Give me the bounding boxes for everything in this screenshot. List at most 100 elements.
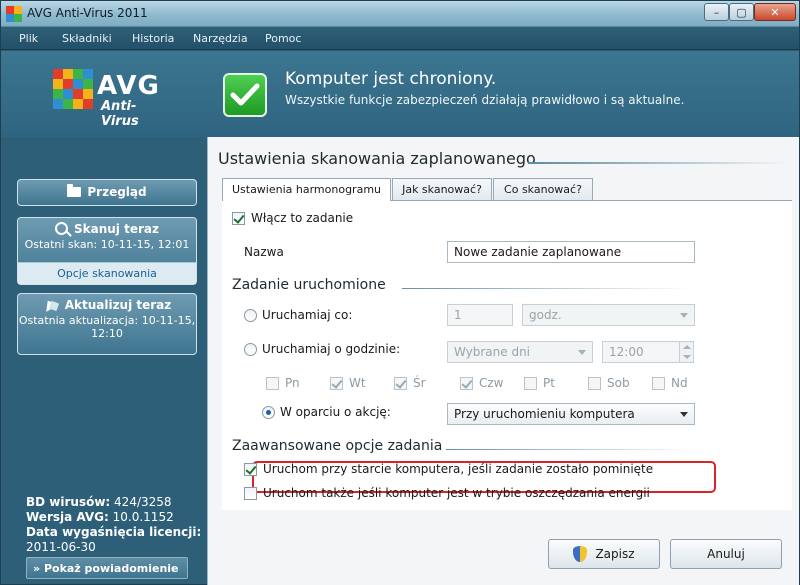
protected-check-icon: [223, 73, 267, 117]
minimize-icon: –: [713, 5, 720, 19]
time-input[interactable]: 12:00: [602, 341, 694, 363]
days-select[interactable]: Wybrane dni: [447, 341, 593, 363]
menu-pomoc[interactable]: Pomoc: [265, 32, 301, 45]
weekday-pt[interactable]: Pt: [524, 376, 555, 390]
last-update-time: 12:10: [91, 327, 123, 340]
run-every-radio[interactable]: [244, 308, 257, 322]
avg-logo-mark: [53, 69, 93, 109]
weekday-checkbox[interactable]: [588, 376, 601, 390]
license-info: BD wirusów: 424/3258 Wersja AVG: 10.0.11…: [26, 495, 201, 555]
tab-what-to-scan[interactable]: Co skanować?: [493, 178, 593, 200]
weekday-checkbox[interactable]: [524, 376, 537, 390]
weekday-checkbox[interactable]: [330, 376, 343, 390]
header: AVG Anti-Virus Komputer jest chroniony. …: [1, 51, 799, 137]
virus-db-value: 424/3258: [114, 495, 172, 509]
virus-db-label: BD wirusów:: [26, 495, 111, 509]
weekday-sr[interactable]: Śr: [394, 376, 426, 390]
show-notification-button[interactable]: » Pokaż powiadomienie: [26, 557, 188, 579]
folder-icon: [67, 184, 82, 197]
panel-title: Ustawienia skanowania zaplanowanego: [218, 149, 536, 168]
scan-now-button[interactable]: Skanuj teraz Ostatni skan: 10-11-15, 12:…: [17, 217, 197, 285]
status-subtitle: Wszystkie funkcje zabezpieczeń działają …: [285, 93, 685, 107]
run-every-row[interactable]: Uruchamiaj co:: [244, 308, 352, 322]
magnifier-icon: [55, 222, 68, 235]
weekday-label: Czw: [479, 376, 504, 390]
run-at-row[interactable]: Uruchamiaj o godzinie:: [244, 342, 400, 356]
logo-brand: AVG: [97, 71, 160, 101]
tab-schedule-settings[interactable]: Ustawienia harmonogramu: [222, 178, 391, 201]
action-select[interactable]: Przy uruchomieniu komputera: [447, 403, 695, 425]
enable-task-checkbox[interactable]: [232, 211, 245, 225]
status-title: Komputer jest chroniony.: [285, 69, 497, 89]
scan-now-label: Skanuj teraz: [74, 222, 159, 236]
run-power-save-checkbox[interactable]: [244, 486, 257, 500]
section-divider: [402, 288, 692, 289]
title-bar[interactable]: AVG Anti-Virus 2011 – ▢ ✕: [1, 1, 799, 27]
run-if-missed-checkbox[interactable]: [244, 462, 257, 476]
action-value: Przy uruchomieniu komputera: [454, 407, 635, 421]
advanced-option-1[interactable]: Uruchom przy starcie komputera, jeśli za…: [244, 462, 653, 476]
action-based-row[interactable]: W oparciu o akcję:: [262, 405, 391, 419]
weekday-checkbox[interactable]: [394, 376, 407, 390]
weekday-pn[interactable]: Pn: [266, 376, 300, 390]
scan-options-link[interactable]: Opcje skanowania: [18, 262, 196, 284]
name-label: Nazwa: [244, 245, 284, 259]
update-icon: [43, 298, 59, 311]
weekday-czw[interactable]: Czw: [460, 376, 504, 390]
run-power-save-label: Uruchom także jeśli komputer jest w tryb…: [263, 486, 650, 500]
run-at-label: Uruchamiaj o godzinie:: [262, 342, 401, 356]
menu-plik[interactable]: Plik: [19, 32, 38, 45]
logo-product: Anti-Virus: [101, 99, 139, 129]
interval-unit-value: godz.: [529, 308, 562, 322]
weekday-checkbox[interactable]: [266, 376, 279, 390]
chevron-down-icon: [680, 313, 688, 318]
menu-narzedzia[interactable]: Narzędzia: [193, 32, 248, 45]
weekday-label: Pn: [285, 376, 300, 390]
run-if-missed-label: Uruchom przy starcie komputera, jeśli za…: [263, 462, 654, 476]
weekday-sob[interactable]: Sob: [588, 376, 630, 390]
weekday-label: Śr: [413, 376, 426, 390]
menu-bar: Plik Składniki Historia Narzędzia Pomoc: [1, 28, 799, 50]
interval-unit-select[interactable]: godz.: [522, 304, 695, 326]
interval-input[interactable]: 1: [447, 304, 513, 326]
weekday-wt[interactable]: Wt: [330, 376, 366, 390]
enable-task-label: Włącz to zadanie: [251, 211, 354, 225]
last-scan-text: Ostatni skan: 10-11-15, 12:01: [24, 238, 190, 251]
run-at-radio[interactable]: [244, 342, 257, 356]
weekday-nd[interactable]: Nd: [652, 376, 688, 390]
minimize-button[interactable]: –: [704, 3, 729, 21]
cancel-button[interactable]: Anuluj: [670, 539, 782, 569]
overview-label: Przegląd: [87, 185, 147, 199]
run-section-heading: Zadanie uruchomione: [232, 277, 386, 293]
action-based-radio[interactable]: [262, 405, 275, 419]
tab-how-to-scan[interactable]: Jak skanować?: [392, 178, 492, 200]
run-every-label: Uruchamiaj co:: [262, 308, 353, 322]
enable-task-row[interactable]: Włącz to zadanie: [232, 211, 353, 225]
weekday-label: Sob: [607, 376, 630, 390]
maximize-button[interactable]: ▢: [729, 3, 754, 21]
weekday-checkbox[interactable]: [652, 376, 665, 390]
menu-skladniki[interactable]: Składniki: [62, 32, 112, 45]
version-label: Wersja AVG:: [26, 510, 109, 524]
overview-button[interactable]: Przegląd: [17, 179, 197, 206]
spin-up-icon[interactable]: [679, 342, 693, 352]
task-name-input[interactable]: Nowe zadanie zaplanowane: [447, 241, 695, 263]
close-button[interactable]: ✕: [754, 3, 796, 21]
menu-historia[interactable]: Historia: [132, 32, 174, 45]
shield-icon: [573, 546, 588, 562]
chevron-down-icon: [680, 412, 688, 417]
update-now-label: Aktualizuj teraz: [64, 298, 172, 312]
avg-logo: AVG Anti-Virus: [53, 69, 173, 129]
license-value: 2011-06-30: [26, 540, 96, 554]
avg-app-icon: [6, 6, 22, 22]
save-label: Zapisz: [595, 547, 635, 561]
update-now-button[interactable]: Aktualizuj teraz Ostatnia aktualizacja: …: [17, 293, 197, 355]
spin-down-icon[interactable]: [679, 352, 693, 362]
save-button[interactable]: Zapisz: [548, 539, 660, 569]
weekday-checkbox[interactable]: [460, 376, 473, 390]
weekday-label: Pt: [543, 376, 555, 390]
chevron-down-icon: [578, 350, 586, 355]
chevron-down-icon: »: [33, 562, 41, 575]
advanced-option-2[interactable]: Uruchom także jeśli komputer jest w tryb…: [244, 486, 650, 500]
advanced-section-heading: Zaawansowane opcje zadania: [232, 438, 443, 454]
